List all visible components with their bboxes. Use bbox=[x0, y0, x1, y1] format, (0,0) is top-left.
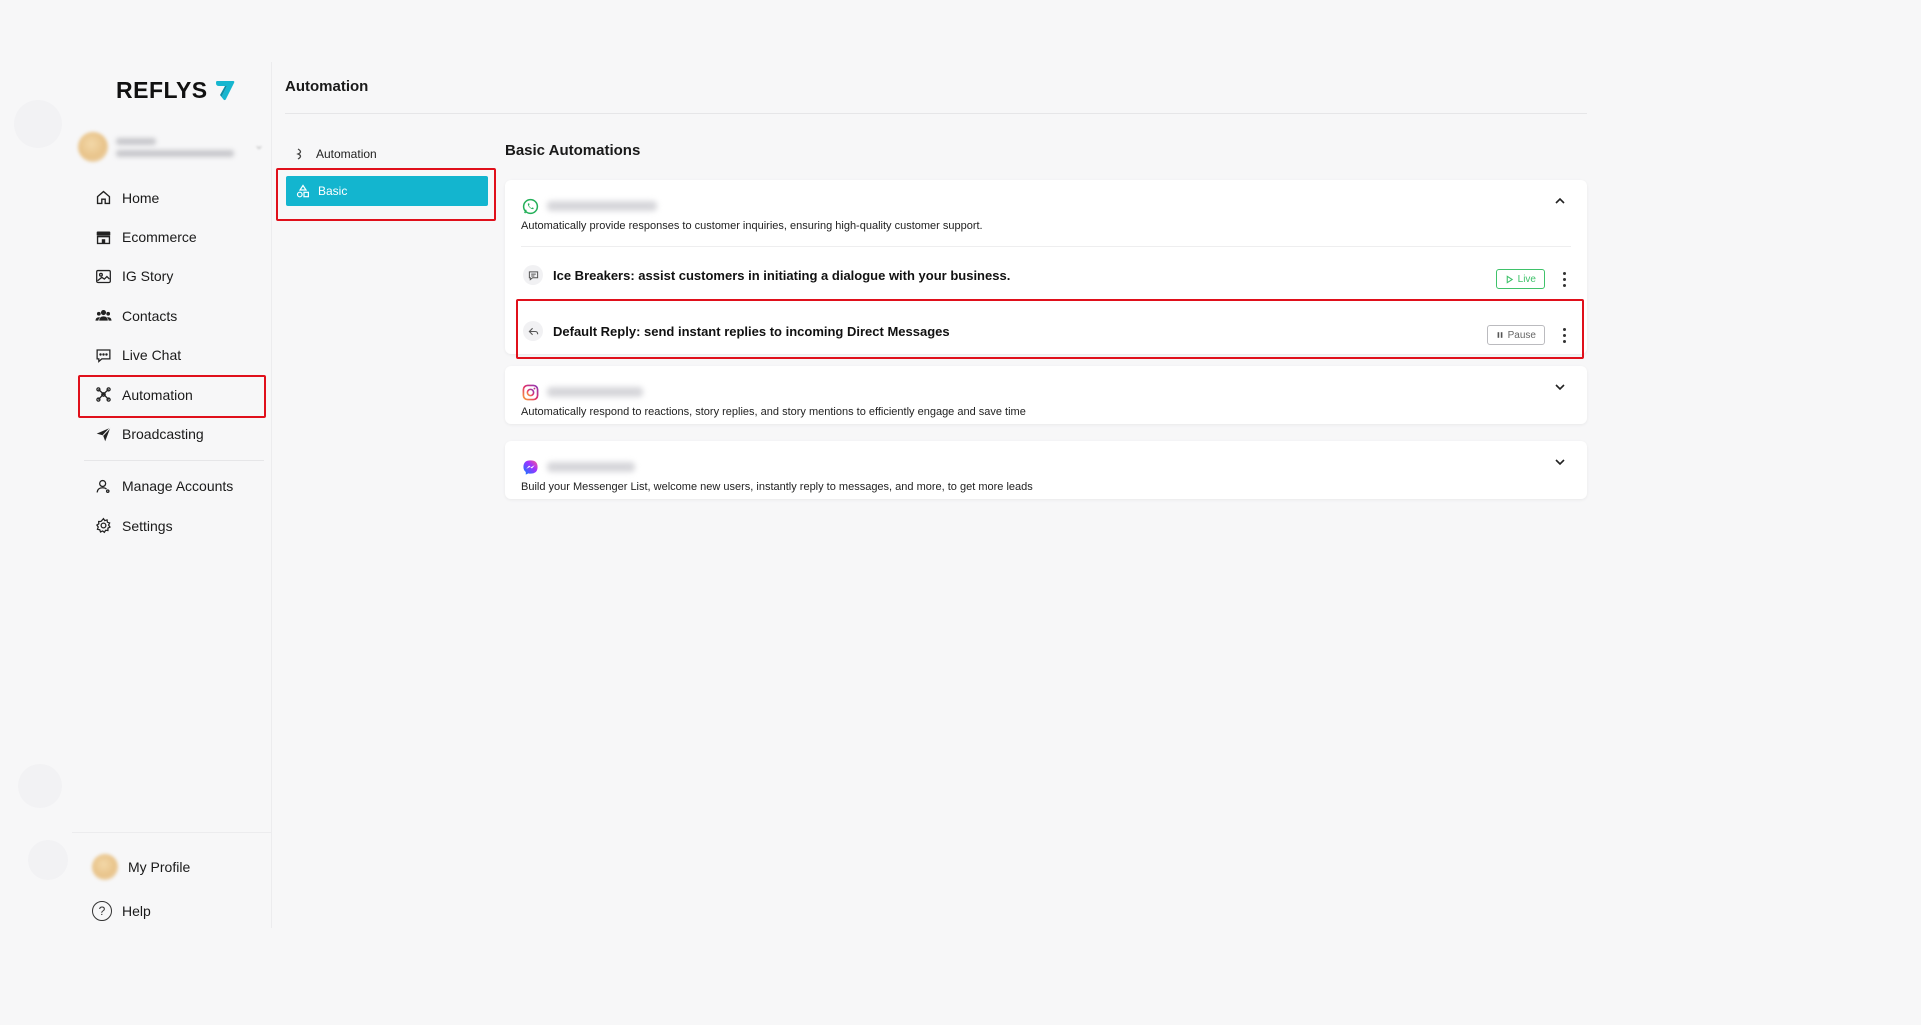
account-avatar bbox=[78, 132, 108, 162]
image-icon bbox=[94, 267, 112, 285]
card-header[interactable]: Automatically provide responses to custo… bbox=[505, 180, 1587, 238]
card-description: Automatically provide responses to custo… bbox=[521, 220, 983, 232]
automation-icon bbox=[294, 147, 308, 161]
pause-icon bbox=[1497, 332, 1503, 338]
sidebar-footer: My Profile ? Help bbox=[72, 832, 272, 933]
automation-row-label: Ice Breakers: assist customers in initia… bbox=[553, 267, 1011, 283]
sidebar-item-label: Contacts bbox=[122, 307, 178, 324]
card-header[interactable]: Build your Messenger List, welcome new u… bbox=[505, 441, 1587, 493]
card-description: Build your Messenger List, welcome new u… bbox=[521, 481, 1033, 493]
submenu-automation[interactable]: Automation bbox=[280, 138, 500, 170]
sidebar-item-ecommerce[interactable]: Ecommerce bbox=[72, 217, 272, 256]
sidebar-item-label: Ecommerce bbox=[122, 229, 197, 246]
brand-logo[interactable]: REFLYS bbox=[116, 72, 236, 108]
channel-name-redacted bbox=[547, 462, 635, 472]
help-label: Help bbox=[122, 903, 151, 919]
sidebar-item-live-chat[interactable]: Live Chat bbox=[72, 336, 272, 375]
header-divider bbox=[285, 113, 1587, 114]
send-icon bbox=[94, 425, 112, 443]
brand-mark-icon bbox=[215, 81, 234, 101]
live-status-button[interactable]: Live bbox=[1495, 269, 1545, 289]
sidebar-item-label: Broadcasting bbox=[122, 426, 204, 443]
automation-card-messenger[interactable]: Build your Messenger List, welcome new u… bbox=[505, 441, 1587, 499]
account-switcher[interactable]: ⌄ bbox=[78, 124, 268, 170]
sidebar-item-label: IG Story bbox=[122, 268, 174, 285]
sidebar-item-manage-accounts[interactable]: Manage Accounts bbox=[72, 467, 272, 506]
background-blob bbox=[28, 840, 68, 880]
section-title: Basic Automations bbox=[505, 142, 641, 159]
sidebar-item-label: Home bbox=[122, 189, 160, 206]
sidebar-nav: Home Ecommerce IG Story Contacts Live Ch… bbox=[72, 178, 272, 546]
sidebar-item-broadcasting[interactable]: Broadcasting bbox=[72, 414, 272, 453]
automation-card-whatsapp: Automatically provide responses to custo… bbox=[505, 180, 1587, 359]
automation-icon bbox=[94, 386, 112, 404]
play-icon bbox=[1506, 274, 1513, 284]
sidebar-item-label: Manage Accounts bbox=[122, 478, 234, 495]
pause-status-button[interactable]: Pause bbox=[1486, 325, 1545, 345]
users-icon bbox=[94, 307, 112, 325]
status-label: Live bbox=[1517, 273, 1536, 285]
chevron-down-icon[interactable] bbox=[1553, 455, 1569, 471]
sidebar-divider bbox=[84, 459, 264, 461]
reply-icon bbox=[523, 321, 543, 341]
card-description: Automatically respond to reactions, stor… bbox=[521, 406, 1026, 418]
sidebar-item-contacts[interactable]: Contacts bbox=[72, 296, 272, 335]
sidebar-item-label: Live Chat bbox=[122, 347, 182, 364]
chat-icon bbox=[94, 346, 112, 364]
status-label: Pause bbox=[1507, 329, 1536, 341]
more-options-icon[interactable] bbox=[1559, 325, 1569, 345]
my-profile-label: My Profile bbox=[128, 859, 191, 875]
sidebar-item-label: Automation bbox=[122, 386, 193, 403]
page-title: Automation bbox=[285, 78, 369, 95]
background-blob bbox=[18, 764, 62, 808]
chevron-down-icon[interactable] bbox=[1553, 380, 1569, 396]
help-link[interactable]: ? Help bbox=[72, 889, 272, 933]
account-details-redacted bbox=[116, 137, 234, 157]
home-icon bbox=[94, 189, 112, 207]
annotation-highlight bbox=[276, 168, 496, 221]
user-icon bbox=[94, 477, 112, 495]
brand-name: REFLYS bbox=[116, 76, 208, 103]
message-icon bbox=[523, 265, 543, 285]
background-blob bbox=[14, 100, 62, 148]
help-icon: ? bbox=[92, 901, 112, 921]
profile-avatar bbox=[92, 854, 118, 880]
sidebar-item-home[interactable]: Home bbox=[72, 178, 272, 217]
submenu-automation-label: Automation bbox=[316, 147, 377, 161]
chevron-up-icon[interactable] bbox=[1553, 194, 1569, 210]
whatsapp-icon bbox=[521, 197, 539, 215]
channel-name-redacted bbox=[547, 201, 657, 211]
automation-row-label: Default Reply: send instant replies to i… bbox=[553, 323, 950, 339]
automation-row-ice-breakers[interactable]: Ice Breakers: assist customers in initia… bbox=[505, 247, 1587, 303]
sidebar: REFLYS ⌄ Home Ecommerce IG Story Contact… bbox=[72, 62, 272, 928]
instagram-icon bbox=[521, 383, 539, 401]
gear-icon bbox=[94, 517, 112, 535]
sidebar-item-label: Settings bbox=[122, 517, 173, 534]
chevron-down-icon: ⌄ bbox=[253, 138, 264, 152]
automation-row-default-reply[interactable]: Default Reply: send instant replies to i… bbox=[505, 299, 1587, 359]
more-options-icon[interactable] bbox=[1559, 269, 1569, 289]
automation-card-instagram[interactable]: Automatically respond to reactions, stor… bbox=[505, 366, 1587, 424]
store-icon bbox=[94, 228, 112, 246]
card-header[interactable]: Automatically respond to reactions, stor… bbox=[505, 366, 1587, 418]
sidebar-item-ig-story[interactable]: IG Story bbox=[72, 257, 272, 296]
sidebar-item-automation[interactable]: Automation bbox=[72, 374, 272, 419]
messenger-icon bbox=[521, 458, 539, 476]
sidebar-item-settings[interactable]: Settings bbox=[72, 506, 272, 545]
channel-name-redacted bbox=[547, 387, 643, 397]
my-profile-link[interactable]: My Profile bbox=[72, 845, 272, 889]
